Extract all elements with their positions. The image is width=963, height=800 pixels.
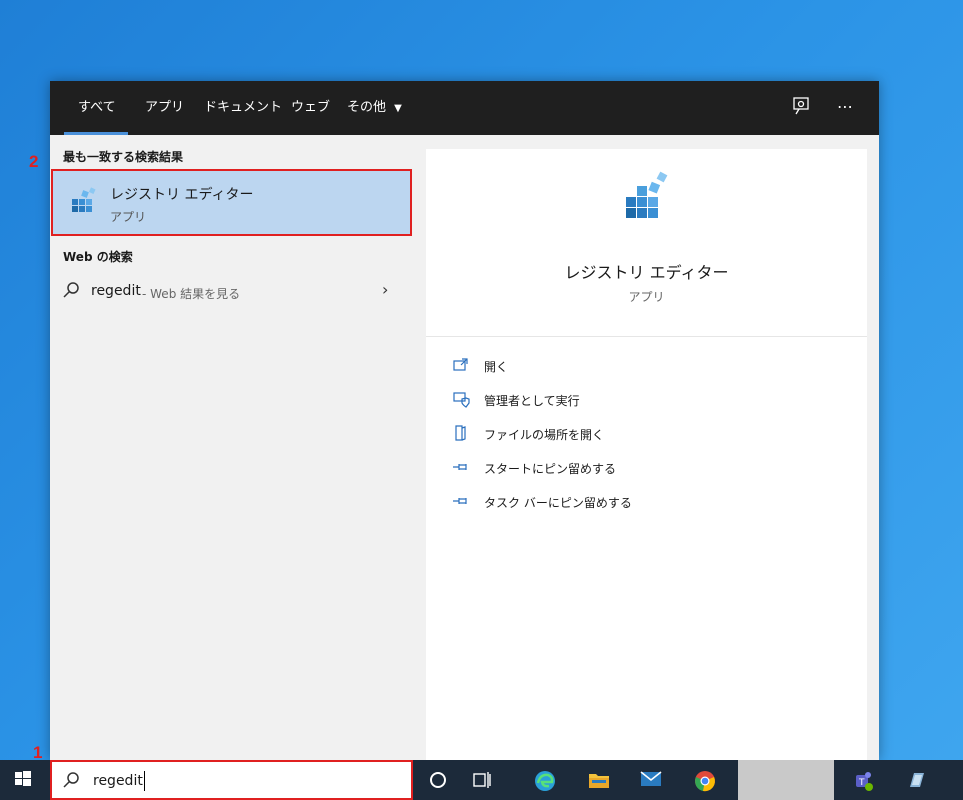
svg-text:T: T: [858, 778, 865, 788]
tab-more[interactable]: その他 ▼: [347, 81, 402, 135]
file-explorer-icon[interactable]: [576, 760, 620, 800]
results-list: 最も一致する検索結果 レジストリ エディター アプリ Web の検索 reged…: [50, 135, 414, 760]
edge-browser-icon[interactable]: [522, 760, 566, 800]
tab-apps[interactable]: アプリ: [145, 81, 184, 135]
pin-icon: [453, 498, 467, 504]
action-pin-to-start-label: スタートにピン留めする: [484, 462, 617, 476]
file-location-icon: [455, 425, 466, 441]
open-icon: [453, 358, 468, 371]
more-options-icon[interactable]: ⋯: [837, 95, 861, 119]
mail-icon[interactable]: [628, 760, 672, 800]
task-view-icon[interactable]: [460, 760, 504, 800]
web-search-result[interactable]: regedit - Web 結果を見る ›: [50, 276, 414, 308]
registry-editor-icon: [72, 187, 96, 212]
tab-all[interactable]: すべて: [64, 81, 128, 135]
tab-web[interactable]: ウェブ: [291, 81, 330, 135]
divider: [426, 336, 867, 337]
chrome-icon[interactable]: [682, 760, 726, 800]
taskbar-blank-area: [738, 760, 834, 800]
best-match-subtitle: アプリ: [110, 210, 147, 224]
search-input[interactable]: regedit: [93, 773, 143, 789]
windows-start-icon[interactable]: [2, 760, 46, 800]
search-filter-tabs: すべて アプリ ドキュメント ウェブ その他 ▼ ⋯: [50, 81, 879, 135]
search-icon: [62, 281, 80, 303]
feedback-icon[interactable]: [791, 95, 815, 119]
text-caret: [144, 771, 145, 791]
shield-icon: [453, 392, 470, 408]
pin-icon: [453, 464, 467, 470]
start-search-panel: すべて アプリ ドキュメント ウェブ その他 ▼ ⋯ 最も一致する検索結果 レジ…: [50, 81, 879, 760]
web-search-heading: Web の検索: [63, 250, 133, 264]
callout-number-1: 1: [33, 743, 43, 762]
teams-icon[interactable]: T: [840, 760, 884, 800]
cortana-icon[interactable]: [416, 760, 460, 800]
detail-subtitle: アプリ: [628, 290, 665, 304]
tab-more-label: その他: [347, 100, 387, 115]
detail-pane: レジストリ エディター アプリ 開く 管理者として実行 ファイルの場所を開く ス…: [426, 149, 867, 760]
action-open-file-location-label: ファイルの場所を開く: [484, 428, 605, 442]
tablet-mode-icon[interactable]: [893, 760, 937, 800]
registry-editor-large-icon: [626, 171, 668, 218]
web-result-query: regedit: [91, 283, 141, 299]
best-match-title: レジストリ エディター: [110, 187, 254, 203]
action-open-label: 開く: [484, 360, 509, 374]
chevron-right-icon[interactable]: ›: [382, 280, 388, 299]
callout-number-2: 2: [29, 152, 39, 171]
action-run-as-admin-label: 管理者として実行: [484, 394, 580, 408]
action-pin-to-taskbar-label: タスク バーにピン留めする: [484, 496, 632, 510]
best-match-item[interactable]: レジストリ エディター アプリ: [51, 169, 412, 236]
taskbar-search-box[interactable]: regedit: [50, 760, 413, 800]
detail-title: レジストリ エディター: [564, 263, 729, 282]
web-result-suffix: - Web 結果を見る: [142, 287, 241, 301]
best-match-heading: 最も一致する検索結果: [63, 150, 184, 164]
chevron-down-icon: ▼: [394, 103, 402, 114]
tab-documents[interactable]: ドキュメント: [204, 81, 282, 135]
search-icon: [62, 771, 80, 793]
